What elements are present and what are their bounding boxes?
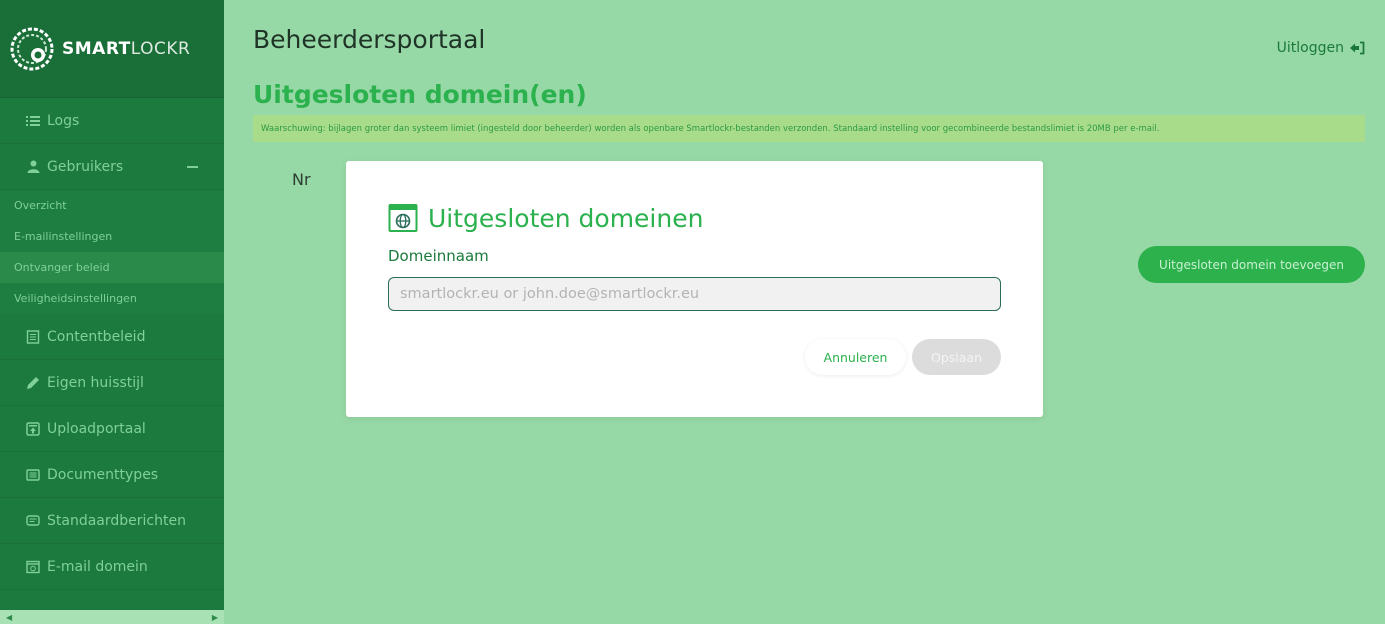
sidebar-subitem-overzicht[interactable]: Overzicht — [0, 190, 224, 221]
sidebar-submenu-gebruikers: Overzicht E-mailinstellingen Ontvanger b… — [0, 190, 224, 314]
sidebar-item-label: E-mail domein — [47, 558, 148, 575]
pencil-icon — [26, 376, 40, 390]
sidebar-item-label: Uploadportaal — [47, 420, 146, 437]
sidebar: SMARTLOCKR Logs Gebruikers Overzicht E-m… — [0, 0, 224, 624]
sidebar-item-label: Documenttypes — [47, 466, 159, 483]
modal-title-text: Uitgesloten domeinen — [428, 203, 704, 233]
document-icon — [26, 329, 40, 344]
modal-title: Uitgesloten domeinen — [388, 203, 703, 233]
sidebar-subitem-veiligheidsinstellingen[interactable]: Veiligheidsinstellingen — [0, 283, 224, 314]
brand-name-bold: SMART — [62, 38, 131, 59]
message-icon — [26, 514, 40, 528]
sign-out-icon — [1350, 41, 1365, 55]
sidebar-subitem-e-mailinstellingen[interactable]: E-mailinstellingen — [0, 221, 224, 252]
sidebar-item-label: Contentbeleid — [47, 328, 146, 345]
add-excluded-domain-button[interactable]: Uitgesloten domein toevoegen — [1138, 246, 1365, 283]
logout-label: Uitloggen — [1276, 40, 1344, 56]
sidebar-item-e-mail-domein[interactable]: E-mail domein — [0, 544, 224, 590]
brand-name-light: LOCKR — [130, 38, 191, 59]
horizontal-scrollbar[interactable]: ◀ ▶ — [0, 610, 224, 624]
excluded-domains-modal: Uitgesloten domeinen Domeinnaam Annulere… — [346, 161, 1043, 417]
sidebar-item-logs[interactable]: Logs — [0, 98, 224, 144]
sidebar-item-standaardberichten[interactable]: Standaardberichten — [0, 498, 224, 544]
logout-link[interactable]: Uitloggen — [1277, 40, 1365, 56]
sidebar-item-label: Eigen huisstijl — [47, 374, 144, 391]
sidebar-item-gebruikers[interactable]: Gebruikers — [0, 144, 224, 190]
globe-window-icon — [388, 204, 418, 232]
save-button[interactable]: Opslaan — [912, 339, 1001, 375]
portal-title: Beheerdersportaal — [253, 25, 486, 54]
domain-name-input[interactable] — [388, 277, 1001, 311]
sidebar-item-contentbeleid[interactable]: Contentbeleid — [0, 314, 224, 360]
page-title: Uitgesloten domein(en) — [253, 80, 587, 109]
sidebar-item-label: Gebruikers — [47, 158, 124, 175]
column-header-nr: Nr — [292, 170, 311, 189]
sidebar-item-documenttypes[interactable]: Documenttypes — [0, 452, 224, 498]
cancel-button[interactable]: Annuleren — [805, 339, 906, 375]
smartlockr-logo-icon — [10, 27, 54, 70]
collapse-icon[interactable] — [187, 166, 198, 168]
sidebar-item-label: Standaardberichten — [47, 512, 186, 529]
list-icon — [26, 114, 40, 128]
brand-name: SMARTLOCKR — [62, 39, 190, 59]
mail-domain-icon — [26, 560, 40, 574]
sidebar-item-uploadportaal[interactable]: Uploadportaal — [0, 406, 224, 452]
sidebar-item-label: Logs — [47, 112, 80, 129]
scroll-right-icon[interactable]: ▶ — [212, 613, 218, 622]
domain-name-label: Domeinnaam — [388, 247, 489, 265]
warning-banner: Waarschuwing: bijlagen groter dan systee… — [253, 115, 1365, 142]
scroll-left-icon[interactable]: ◀ — [6, 613, 12, 622]
brand-logo[interactable]: SMARTLOCKR — [0, 0, 224, 98]
sidebar-item-eigen-huisstijl[interactable]: Eigen huisstijl — [0, 360, 224, 406]
file-list-icon — [26, 468, 40, 482]
user-icon — [26, 160, 40, 174]
sidebar-subitem-ontvanger-beleid[interactable]: Ontvanger beleid — [0, 252, 224, 283]
upload-icon — [26, 421, 40, 436]
